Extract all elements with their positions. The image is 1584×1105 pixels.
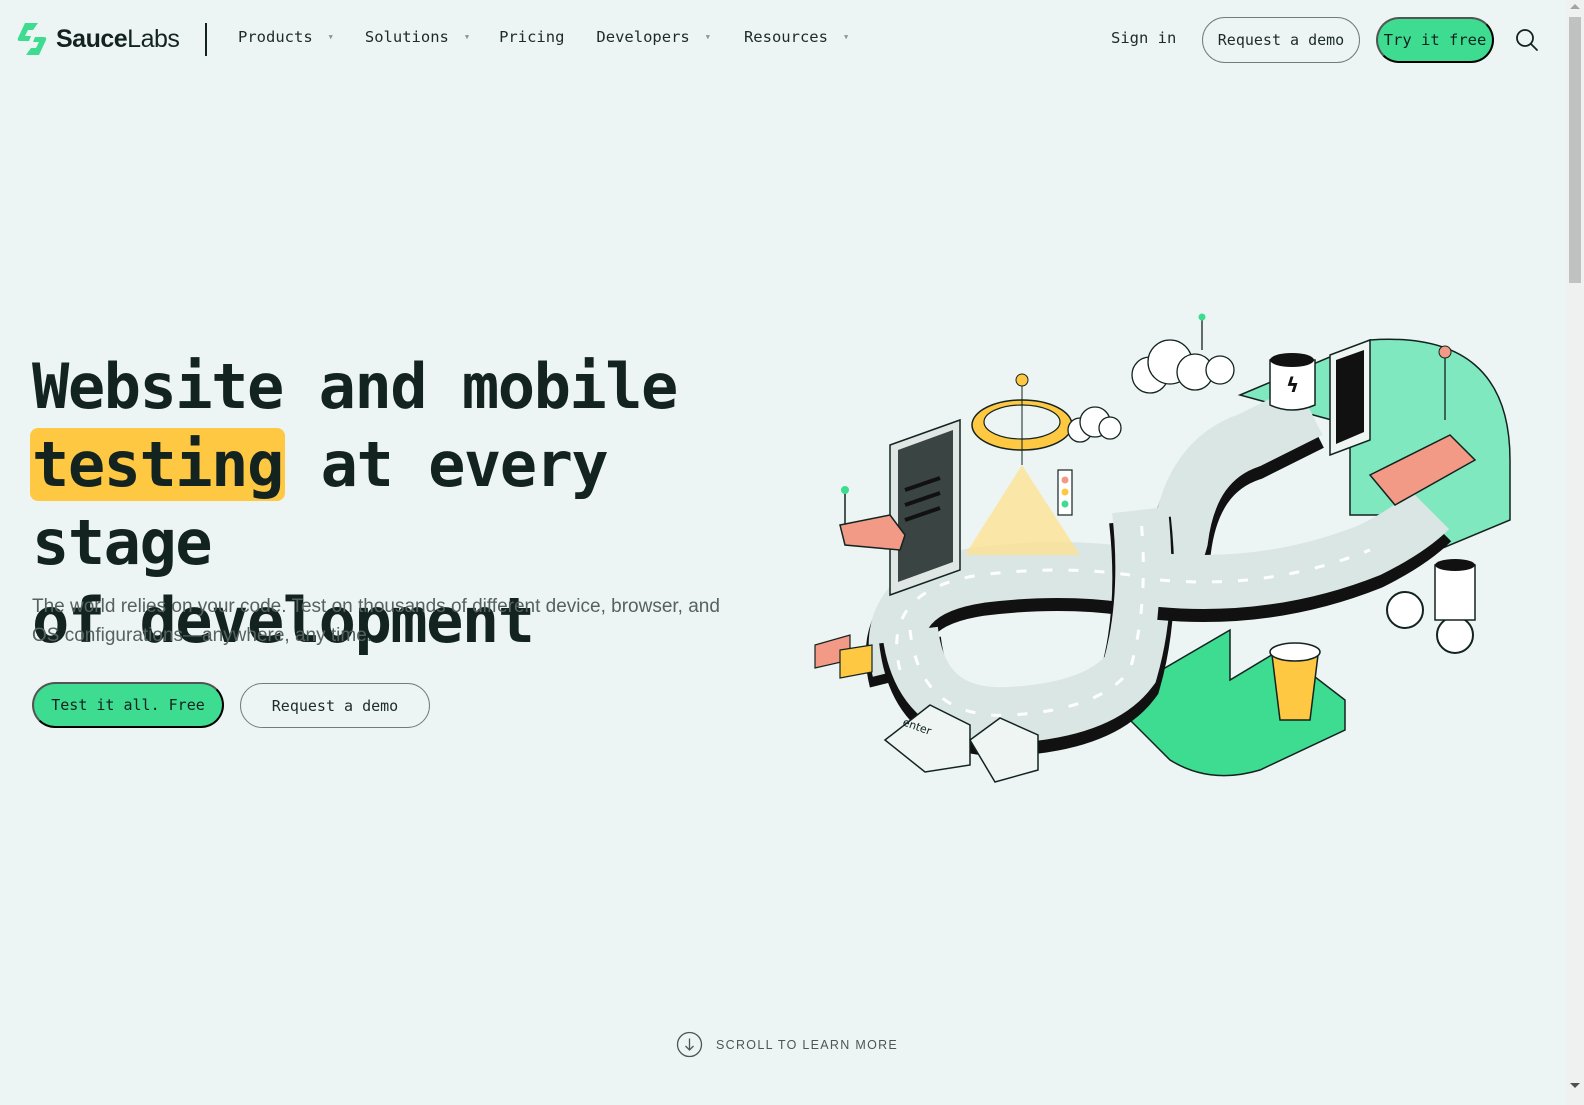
- nav-item-label: Developers: [596, 28, 690, 46]
- chevron-down-icon: ▼: [328, 33, 333, 41]
- scroll-hint-label: SCROLL TO LEARN MORE: [716, 1037, 899, 1052]
- chevron-down-icon: ▼: [705, 33, 710, 41]
- scroll-to-learn-more[interactable]: SCROLL TO LEARN MORE: [676, 1031, 898, 1058]
- nav-item-label: Solutions: [364, 28, 449, 46]
- headline-line-1: Website and mobile: [32, 350, 678, 423]
- coffee-mug: ϟ: [1269, 353, 1316, 411]
- main-nav: Products ▼ Solutions ▼ Pricing Developer…: [238, 28, 848, 46]
- lego-bricks: [814, 634, 873, 679]
- scroll-up-arrow-icon[interactable]: [1570, 4, 1580, 9]
- cloud-right: [1067, 406, 1122, 443]
- scroll-down-arrow-icon[interactable]: [1570, 1083, 1580, 1088]
- traffic-light: [1057, 469, 1073, 516]
- search-button[interactable]: [1514, 27, 1540, 53]
- test-it-all-free-button[interactable]: Test it all. Free: [32, 682, 224, 728]
- brand-name-light: Labs: [127, 24, 180, 53]
- try-it-free-button[interactable]: Try it free: [1376, 17, 1494, 63]
- nav-item-solutions[interactable]: Solutions ▼: [365, 28, 469, 46]
- nav-item-label: Products: [238, 28, 313, 46]
- nav-item-label: Resources: [743, 28, 828, 46]
- chevron-down-icon: ▼: [464, 33, 470, 41]
- code-monitor: [889, 418, 961, 597]
- illustration-art: ϟ enter: [814, 313, 1511, 783]
- brand-name-bold: Sauce: [56, 24, 128, 53]
- saucelabs-logo[interactable]: SauceLabs: [16, 22, 180, 56]
- nav-item-products[interactable]: Products ▼: [238, 28, 333, 46]
- chevron-down-icon: ▼: [843, 33, 849, 41]
- brand-name: SauceLabs: [56, 24, 180, 54]
- page-scrollbar[interactable]: [1566, 0, 1584, 1105]
- nav-item-label: Pricing: [499, 28, 565, 46]
- yellow-ring: [965, 373, 1080, 555]
- scrollbar-thumb[interactable]: [1569, 17, 1581, 283]
- nav-item-pricing[interactable]: Pricing: [499, 28, 564, 46]
- nav-item-resources[interactable]: Resources ▼: [744, 28, 848, 46]
- sign-in-link[interactable]: Sign in: [1111, 29, 1176, 47]
- map-pin-top: [1198, 313, 1206, 350]
- search-icon: [1516, 29, 1538, 51]
- hero-subtext: The world relies on your code. Test on t…: [32, 596, 720, 646]
- saucelabs-bolt-icon: [17, 23, 47, 55]
- arrow-down-circle-icon: [676, 1031, 703, 1058]
- nav-item-developers[interactable]: Developers ▼: [596, 28, 710, 46]
- smartphone: [1329, 338, 1371, 457]
- header-request-demo-button[interactable]: Request a demo: [1202, 17, 1360, 63]
- headline-highlight: testing: [30, 428, 285, 501]
- site-header: SauceLabs Products ▼ Solutions ▼ Pricing…: [0, 0, 1566, 80]
- svg-text:ϟ: ϟ: [1286, 373, 1299, 397]
- cloud-left: [1131, 339, 1235, 394]
- devops-infinity-road-illustration: ϟ enter: [810, 300, 1530, 800]
- header-divider: [205, 23, 207, 56]
- hero-request-demo-button[interactable]: Request a demo: [240, 683, 430, 728]
